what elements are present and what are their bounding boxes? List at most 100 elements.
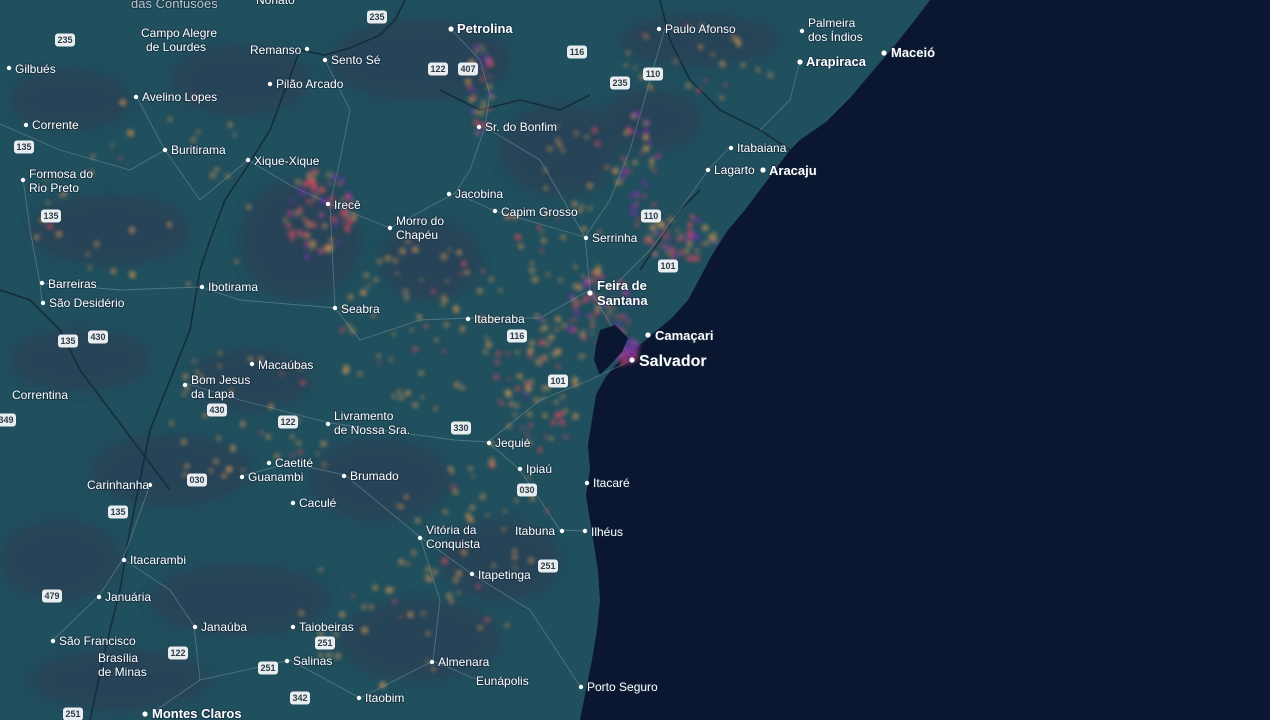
city-label-ipiau[interactable]: Ipiaú xyxy=(525,461,553,477)
city-marker[interactable] xyxy=(760,167,766,173)
city-marker[interactable] xyxy=(476,124,482,130)
city-label-arapiraca[interactable]: Arapiraca xyxy=(805,53,868,70)
city-label-campo-alegre-1[interactable]: Campo Alegre xyxy=(140,25,218,41)
city-marker[interactable] xyxy=(387,225,393,231)
city-label-jacobina[interactable]: Jacobina xyxy=(454,186,504,202)
city-label-ibotirama[interactable]: Ibotirama xyxy=(207,279,259,295)
city-marker[interactable] xyxy=(728,145,734,151)
city-marker[interactable] xyxy=(284,658,290,664)
city-label-almenara[interactable]: Almenara xyxy=(437,654,491,670)
city-label-feira-2[interactable]: Santana xyxy=(596,292,649,309)
city-label-livramento-1[interactable]: Livramento xyxy=(333,408,395,424)
city-marker[interactable] xyxy=(245,157,251,163)
city-marker[interactable] xyxy=(584,480,590,486)
city-marker[interactable] xyxy=(50,638,56,644)
city-label-remanso[interactable]: Remanso xyxy=(249,42,303,58)
city-marker[interactable] xyxy=(582,528,588,534)
city-label-salvador[interactable]: Salvador xyxy=(638,352,708,371)
city-label-nonato[interactable]: Nonato xyxy=(255,0,296,8)
city-label-bom-jesus-2[interactable]: da Lapa xyxy=(190,386,236,402)
city-label-sento-se[interactable]: Sento Sé xyxy=(330,52,382,68)
city-label-formosa-2[interactable]: Rio Preto xyxy=(28,180,80,196)
city-marker[interactable] xyxy=(629,357,635,363)
city-marker[interactable] xyxy=(304,46,310,52)
city-label-caetite[interactable]: Caetité xyxy=(274,455,314,471)
city-label-brasilia-2[interactable]: de Minas xyxy=(97,664,148,680)
city-label-barreiras[interactable]: Barreiras xyxy=(47,276,98,292)
city-label-capim-grosso[interactable]: Capim Grosso xyxy=(500,204,579,220)
city-label-campo-alegre-2[interactable]: de Lourdes xyxy=(145,39,207,55)
city-marker[interactable] xyxy=(448,26,454,32)
city-label-correntina[interactable]: Correntina xyxy=(11,387,69,403)
city-label-livramento-2[interactable]: de Nossa Sra. xyxy=(333,422,411,438)
city-marker[interactable] xyxy=(492,208,498,214)
city-label-vitoria-2[interactable]: Conquista xyxy=(425,536,481,552)
city-label-brumado[interactable]: Brumado xyxy=(349,468,400,484)
city-label-itapetinga[interactable]: Itapetinga xyxy=(477,567,532,583)
city-label-morro-1[interactable]: Morro do xyxy=(395,213,445,229)
city-label-macaubas[interactable]: Macaúbas xyxy=(257,357,314,373)
city-label-itacare[interactable]: Itacaré xyxy=(592,475,631,491)
city-label-cacule[interactable]: Caculé xyxy=(298,495,338,511)
city-label-buritirama[interactable]: Buritirama xyxy=(170,142,227,158)
city-marker[interactable] xyxy=(517,466,523,472)
city-label-seabra[interactable]: Seabra xyxy=(340,301,381,317)
city-marker[interactable] xyxy=(199,284,205,290)
city-label-itabaiana[interactable]: Itabaiana xyxy=(736,140,788,156)
city-marker[interactable] xyxy=(121,557,127,563)
city-label-morro-2[interactable]: Chapéu xyxy=(395,227,439,243)
city-marker[interactable] xyxy=(23,122,29,128)
city-marker[interactable] xyxy=(266,460,272,466)
city-label-gilbues[interactable]: Gilbués xyxy=(14,61,57,77)
city-label-palmeira-2[interactable]: dos Índios xyxy=(807,28,864,45)
city-marker[interactable] xyxy=(239,474,245,480)
city-marker[interactable] xyxy=(249,361,255,367)
city-marker[interactable] xyxy=(20,177,26,183)
city-marker[interactable] xyxy=(559,528,565,534)
city-label-camacari[interactable]: Camaçari xyxy=(654,327,715,344)
city-marker[interactable] xyxy=(332,305,338,311)
city-marker[interactable] xyxy=(799,28,805,34)
city-label-sao-desiderio[interactable]: São Desidério xyxy=(48,295,126,311)
city-label-paulo-afonso[interactable]: Paulo Afonso xyxy=(664,21,737,37)
city-label-serrinha[interactable]: Serrinha xyxy=(591,230,639,246)
city-marker[interactable] xyxy=(578,684,584,690)
city-label-carinhanha[interactable]: Carinhanha xyxy=(86,477,150,493)
city-marker[interactable] xyxy=(40,300,46,306)
city-label-brasilia-1[interactable]: Brasília xyxy=(97,650,139,666)
city-label-itaberaba[interactable]: Itaberaba xyxy=(473,311,526,327)
city-label-xique-xique[interactable]: Xique-Xique xyxy=(253,153,321,169)
city-label-lagarto[interactable]: Lagarto xyxy=(713,162,756,178)
city-marker[interactable] xyxy=(322,57,328,63)
city-label-eunapolis[interactable]: Eunápolis xyxy=(475,673,530,689)
city-marker[interactable] xyxy=(162,147,168,153)
city-label-sr-do-bonfim[interactable]: Sr. do Bonfim xyxy=(484,119,558,135)
city-marker[interactable] xyxy=(39,280,45,286)
city-marker[interactable] xyxy=(142,711,148,717)
city-label-guanambi[interactable]: Guanambi xyxy=(247,469,304,485)
city-label-pilao-arcado[interactable]: Pilão Arcado xyxy=(275,76,345,92)
city-label-janauba[interactable]: Janaúba xyxy=(200,619,248,635)
city-marker[interactable] xyxy=(429,659,435,665)
city-marker[interactable] xyxy=(417,535,423,541)
city-label-petrolina[interactable]: Petrolina xyxy=(456,20,514,37)
city-marker[interactable] xyxy=(356,695,362,701)
city-marker[interactable] xyxy=(587,290,593,296)
city-label-jequie[interactable]: Jequié xyxy=(494,435,532,451)
city-marker[interactable] xyxy=(6,65,12,71)
city-label-palmeira-1[interactable]: Palmeira xyxy=(807,15,857,31)
city-label-maceio[interactable]: Maceió xyxy=(890,44,936,61)
city-marker[interactable] xyxy=(341,473,347,479)
city-marker[interactable] xyxy=(705,167,711,173)
city-label-aracaju[interactable]: Aracaju xyxy=(768,162,818,179)
city-label-porto-seguro[interactable]: Porto Seguro xyxy=(586,679,659,695)
city-marker[interactable] xyxy=(465,316,471,322)
city-marker[interactable] xyxy=(182,382,188,388)
city-label-sao-francisco[interactable]: São Francisco xyxy=(58,633,137,649)
city-label-formosa-1[interactable]: Formosa do xyxy=(28,166,94,182)
city-marker[interactable] xyxy=(486,440,492,446)
city-label-januaria[interactable]: Januária xyxy=(104,589,152,605)
city-label-ilheus[interactable]: Ilhéus xyxy=(590,524,624,540)
city-marker[interactable] xyxy=(325,421,331,427)
city-label-salinas[interactable]: Salinas xyxy=(292,653,333,669)
